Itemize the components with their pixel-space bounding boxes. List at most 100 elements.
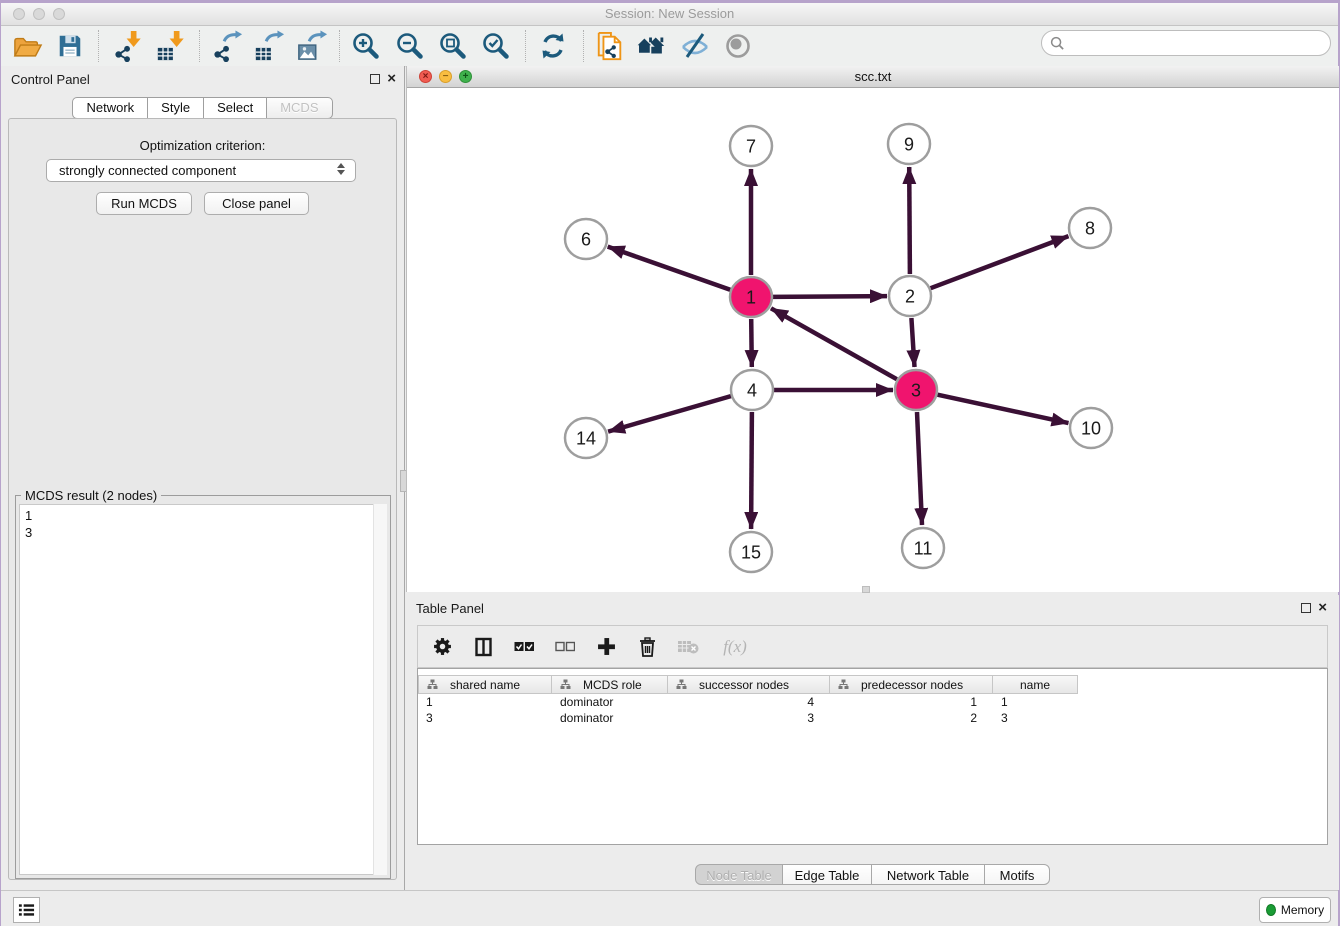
graph-edge-2-8[interactable] — [931, 236, 1069, 288]
column-header-predecessor-nodes[interactable]: predecessor nodes — [830, 675, 993, 694]
graph-edge-4-15[interactable] — [751, 412, 752, 529]
graph-node-1[interactable]: 1 — [730, 277, 772, 317]
table-tabs: Node TableEdge TableNetwork TableMotifs — [406, 864, 1339, 885]
svg-text:6: 6 — [581, 230, 591, 250]
table-cell: 1 — [418, 695, 552, 709]
eye-slash-icon[interactable] — [678, 29, 712, 63]
graph-node-4[interactable]: 4 — [731, 370, 773, 410]
graph-edge-2-9[interactable] — [909, 167, 910, 274]
graph-edge-3-1[interactable] — [771, 308, 897, 379]
save-floppy-icon[interactable] — [53, 29, 87, 63]
graph-node-2[interactable]: 2 — [889, 276, 931, 316]
float-panel-icon[interactable] — [370, 74, 380, 84]
refresh-icon[interactable] — [536, 29, 570, 63]
document-network-icon[interactable] — [593, 29, 627, 63]
split-columns-icon[interactable] — [471, 635, 495, 659]
select-all-checkboxes-icon[interactable] — [512, 635, 536, 659]
graph-node-9[interactable]: 9 — [888, 124, 930, 164]
function-builder-icon: f(x) — [717, 635, 753, 659]
table-cell: 3 — [418, 711, 552, 725]
tab-edge-table[interactable]: Edge Table — [782, 864, 872, 885]
graph-edge-3-11[interactable] — [917, 412, 922, 525]
graph-node-10[interactable]: 10 — [1070, 408, 1112, 448]
tab-select[interactable]: Select — [203, 97, 267, 119]
graph-node-7[interactable]: 7 — [730, 126, 772, 166]
graph-node-11[interactable]: 11 — [902, 528, 944, 568]
main-toolbar — [1, 26, 1338, 67]
tab-motifs[interactable]: Motifs — [984, 864, 1050, 885]
toolbar-separator — [199, 30, 200, 62]
task-history-button[interactable] — [13, 897, 40, 923]
export-network-icon[interactable] — [210, 29, 244, 63]
open-folder-icon[interactable] — [11, 29, 45, 63]
zoom-in-icon[interactable] — [349, 29, 383, 63]
export-table-icon[interactable] — [252, 29, 286, 63]
memory-button[interactable]: Memory — [1259, 897, 1331, 923]
deselect-all-checkboxes-icon[interactable] — [553, 635, 577, 659]
graph-edge-3-10[interactable] — [938, 395, 1069, 423]
graph-node-6[interactable]: 6 — [565, 219, 607, 259]
column-header-name[interactable]: name — [993, 675, 1078, 694]
graph-edge-2-3[interactable] — [911, 318, 914, 367]
close-panel-button[interactable]: Close panel — [204, 192, 309, 215]
table-panel-header: Table Panel × — [406, 599, 1339, 619]
zoom-out-icon[interactable] — [393, 29, 427, 63]
graph-edge-4-14[interactable] — [608, 396, 731, 432]
table-cell: dominator — [552, 711, 668, 725]
tab-style[interactable]: Style — [147, 97, 204, 119]
graph-node-3[interactable]: 3 — [895, 370, 937, 410]
gear-icon[interactable] — [430, 635, 454, 659]
export-image-icon[interactable] — [295, 29, 329, 63]
tab-network[interactable]: Network — [72, 97, 148, 119]
tab-mcds[interactable]: MCDS — [266, 97, 332, 119]
column-header-successor-nodes[interactable]: successor nodes — [668, 675, 830, 694]
add-column-icon[interactable] — [594, 635, 618, 659]
double-house-icon[interactable] — [634, 29, 668, 63]
zoom-selected-icon[interactable] — [479, 29, 513, 63]
graph-edge-1-4[interactable] — [751, 319, 752, 367]
status-bar: Memory — [1, 890, 1338, 926]
column-label: MCDS role — [583, 678, 642, 692]
delete-table-icon — [676, 635, 700, 659]
table-cell: dominator — [552, 695, 668, 709]
optimization-select[interactable]: strongly connected component — [46, 159, 356, 182]
tab-network-table[interactable]: Network Table — [871, 864, 985, 885]
table-toolbar: f(x) — [417, 625, 1328, 668]
trash-icon[interactable] — [635, 635, 659, 659]
svg-text:4: 4 — [747, 381, 757, 401]
result-scrollbar[interactable] — [373, 504, 387, 875]
table-panel: Table Panel × — [406, 595, 1339, 890]
svg-text:8: 8 — [1085, 219, 1095, 239]
hierarchy-icon — [838, 679, 849, 690]
table-header: shared name MCDS role successor nodesprede… — [418, 675, 1078, 694]
network-titlebar: × − + scc.txt — [407, 66, 1339, 88]
table-cell: 1 — [993, 695, 1078, 709]
graph-node-15[interactable]: 15 — [730, 532, 772, 572]
canvas-resize-handle[interactable] — [862, 586, 870, 593]
svg-text:2: 2 — [905, 287, 915, 307]
search-input[interactable] — [1069, 32, 1330, 54]
svg-text:15: 15 — [741, 543, 761, 563]
import-network-icon[interactable] — [111, 29, 145, 63]
import-table-icon[interactable] — [154, 29, 188, 63]
mcds-panel: Optimization criterion: strongly connect… — [8, 118, 397, 880]
close-panel-icon[interactable]: × — [1318, 599, 1327, 617]
column-label: shared name — [450, 678, 520, 692]
graph-node-8[interactable]: 8 — [1069, 208, 1111, 248]
float-panel-icon[interactable] — [1301, 603, 1311, 613]
toolbar-separator — [339, 30, 340, 62]
graph-edge-1-2[interactable] — [773, 296, 887, 297]
network-graph[interactable]: 7 9 6 8 1 2 4 3 14 10 15 11 — [407, 88, 1338, 592]
table-row[interactable]: 1dominator411 — [418, 694, 1327, 710]
eye-icon[interactable] — [721, 29, 755, 63]
close-panel-icon[interactable]: × — [387, 70, 396, 88]
zoom-fit-icon[interactable] — [436, 29, 470, 63]
graph-edge-1-6[interactable] — [608, 247, 731, 290]
column-header-mcds-role[interactable]: MCDS role — [552, 675, 668, 694]
run-mcds-button[interactable]: Run MCDS — [96, 192, 192, 215]
column-header-shared-name[interactable]: shared name — [418, 675, 552, 694]
mcds-result-text[interactable]: 13 — [19, 504, 387, 875]
graph-node-14[interactable]: 14 — [565, 418, 607, 458]
table-row[interactable]: 3dominator323 — [418, 710, 1327, 726]
tab-node-table[interactable]: Node Table — [695, 864, 783, 885]
